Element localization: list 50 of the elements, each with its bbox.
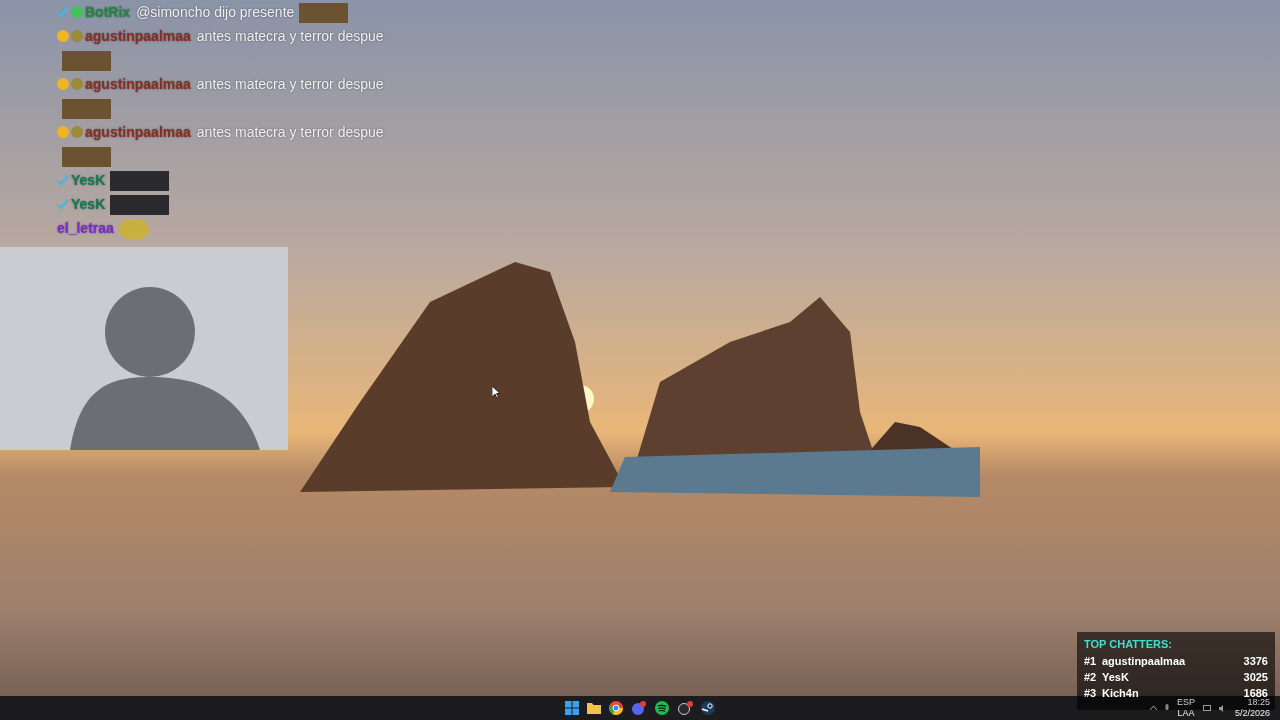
message-count: 3025: [1243, 670, 1268, 685]
chat-username: agustinpaalmaa: [85, 28, 191, 44]
chat-username: agustinpaalmaa: [85, 76, 191, 92]
keyboard-layout: LAA: [1177, 708, 1195, 719]
clock-date: 5/2/2026: [1234, 708, 1270, 719]
start-icon[interactable]: [565, 701, 579, 715]
emote-image: [62, 147, 111, 168]
coin-icon: [71, 126, 83, 138]
chat-message-text: antes matecra y terror despue: [196, 124, 384, 140]
chat-app-icon[interactable]: [631, 701, 647, 715]
monitor-icon[interactable]: [1202, 704, 1211, 712]
browser-icon[interactable]: [609, 701, 623, 715]
clock[interactable]: 18:25 5/2/2026: [1234, 697, 1270, 719]
message-count: 3376: [1243, 654, 1268, 669]
rank: #2: [1084, 670, 1098, 685]
chat-message-text: antes matecra y terror despue: [196, 76, 384, 92]
chat-username: YesK: [71, 196, 106, 212]
check-icon: [57, 6, 69, 18]
cursor-icon: [492, 386, 501, 399]
chat-username: agustinpaalmaa: [85, 124, 191, 140]
rank: #1: [1084, 654, 1098, 669]
coin-icon: [71, 78, 83, 90]
chat-username: YesK: [71, 172, 106, 188]
language-code: ESP: [1176, 697, 1195, 708]
music-app-icon[interactable]: [655, 701, 669, 715]
microphone-icon[interactable]: [1164, 704, 1169, 712]
recording-app-icon[interactable]: [677, 701, 693, 715]
coin-icon: [71, 30, 83, 42]
clock-time: 18:25: [1247, 697, 1270, 708]
panel-title: TOP CHATTERS:: [1084, 637, 1173, 652]
chat-message-text: @simoncho dijo presente: [136, 4, 295, 20]
chatter-name: Kich4n: [1102, 686, 1140, 701]
check-icon: [57, 174, 69, 186]
folder-icon[interactable]: [587, 702, 601, 714]
chevron-up-icon[interactable]: [1149, 706, 1157, 710]
message-count: 1686: [1243, 686, 1268, 699]
emote-image: [62, 99, 111, 120]
game-launcher-icon[interactable]: [701, 701, 715, 715]
emote-image: [110, 195, 170, 216]
emote-image: [299, 3, 349, 24]
chatter-name: agustinpaalmaa: [1102, 654, 1187, 669]
language-indicator[interactable]: ESP LAA: [1176, 697, 1195, 719]
chat-message-text: antes matecra y terror despue: [196, 28, 384, 44]
check-icon: [57, 198, 69, 210]
chat-username: BotRix: [85, 4, 131, 20]
chatter-name: YesK: [1102, 670, 1130, 685]
rank: #3: [1084, 686, 1098, 701]
emote-image: [62, 51, 111, 72]
chat-username: el_letraa: [57, 220, 114, 236]
emote-image: [110, 171, 170, 192]
